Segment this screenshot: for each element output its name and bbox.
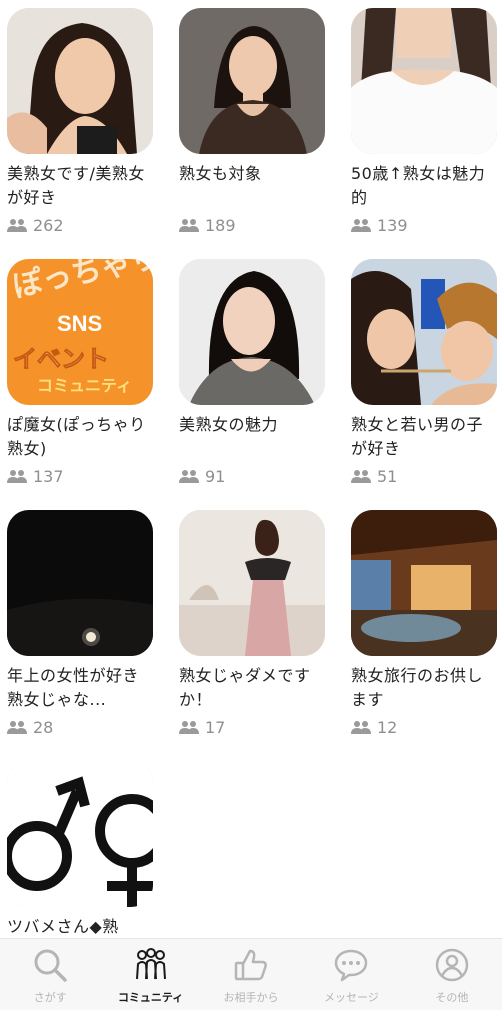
community-title: ツバメさん◆熟 xyxy=(7,917,119,936)
tab-label: お相手から xyxy=(223,991,279,1004)
thumb-text-4: コミュニティ xyxy=(37,378,132,395)
community-thumbnail[interactable]: ぽっちゃり SNS イベント コミュニティ xyxy=(7,259,153,405)
community-grid: 美熟女です/美熟女が好き 262 熟女も対象 189 50歳↑熟女は魅力的 13… xyxy=(0,0,502,938)
member-count: 189 xyxy=(179,214,325,236)
member-count-value: 12 xyxy=(377,717,398,737)
community-title: ぽ魔女(ぽっちゃり熟女) xyxy=(7,415,146,458)
community-title: 熟女旅行のお供します xyxy=(351,666,484,709)
profile-icon xyxy=(435,948,469,982)
community-thumbnail[interactable] xyxy=(7,8,153,154)
members-icon xyxy=(7,721,27,734)
woman-photo xyxy=(179,8,325,154)
community-title: 美熟女です/美熟女が好き xyxy=(7,164,145,207)
member-count: 28 xyxy=(7,716,153,738)
community-icon xyxy=(135,948,166,980)
tab-label: メッセージ xyxy=(324,991,379,1004)
community-thumbnail[interactable] xyxy=(179,510,325,656)
members-icon xyxy=(179,219,199,232)
members-icon xyxy=(351,470,371,483)
tab-messages[interactable]: メッセージ xyxy=(301,939,401,1010)
members-icon xyxy=(351,219,371,232)
member-count: 12 xyxy=(351,716,497,738)
tab-search[interactable]: さがす xyxy=(0,939,100,1010)
community-card[interactable]: 年上の女性が好き熟女じゃな... 28 xyxy=(7,510,153,738)
member-count: 262 xyxy=(7,214,153,236)
message-icon xyxy=(335,949,368,982)
member-count: 91 xyxy=(179,465,325,487)
community-thumbnail[interactable] xyxy=(351,8,497,154)
night-photo xyxy=(7,510,153,656)
members-icon xyxy=(179,721,199,734)
community-title: 年上の女性が好き熟女じゃな... xyxy=(7,666,140,709)
woman-photo xyxy=(351,8,497,154)
community-card[interactable]: 熟女も対象 189 xyxy=(179,8,325,236)
tab-other[interactable]: その他 xyxy=(402,939,502,1010)
community-title: 美熟女の魅力 xyxy=(179,415,279,434)
member-count: 139 xyxy=(351,214,497,236)
community-title: 熟女と若い男の子が好き xyxy=(351,415,484,458)
community-thumbnail[interactable] xyxy=(7,761,153,907)
tab-label: さがす xyxy=(33,991,67,1004)
member-count: 17 xyxy=(179,716,325,738)
community-title: 50歳↑熟女は魅力的 xyxy=(351,164,486,207)
members-icon xyxy=(7,470,27,483)
tab-community[interactable]: コミュニティ xyxy=(100,939,200,1010)
member-count-value: 91 xyxy=(205,466,226,486)
member-count: 51 xyxy=(351,465,497,487)
community-card[interactable]: ぽっちゃり SNS イベント コミュニティ ぽ魔女(ぽっちゃり熟女) 137 xyxy=(7,259,153,487)
bottom-tab-bar: さがす コミュニティ お相手から メッセージ その他 xyxy=(0,938,502,1010)
gender-symbols-image xyxy=(7,761,153,907)
tab-likes[interactable]: お相手から xyxy=(201,939,301,1010)
community-card[interactable]: 熟女旅行のお供します 12 xyxy=(351,510,497,738)
members-icon xyxy=(179,470,199,483)
member-count-value: 17 xyxy=(205,717,226,737)
community-thumbnail[interactable] xyxy=(179,259,325,405)
woman-photo xyxy=(7,8,153,154)
member-count-value: 28 xyxy=(33,717,54,737)
member-count-value: 189 xyxy=(205,215,236,235)
community-card[interactable]: 熟女じゃダメですか！ 17 xyxy=(179,510,325,738)
community-screen: 美熟女です/美熟女が好き 262 熟女も対象 189 50歳↑熟女は魅力的 13… xyxy=(0,0,502,1010)
community-card[interactable]: 50歳↑熟女は魅力的 139 xyxy=(351,8,497,236)
community-card[interactable]: 熟女と若い男の子が好き 51 xyxy=(351,259,497,487)
community-thumbnail[interactable] xyxy=(351,510,497,656)
community-thumbnail[interactable] xyxy=(179,8,325,154)
member-count: 137 xyxy=(7,465,153,487)
member-count-value: 139 xyxy=(377,215,408,235)
tab-label: コミュニティ xyxy=(117,991,184,1004)
members-icon xyxy=(7,219,27,232)
dress-photo xyxy=(179,510,325,656)
event-logo: ぽっちゃり SNS イベント コミュニティ xyxy=(7,259,153,405)
member-count-value: 51 xyxy=(377,466,398,486)
thumb-text-2: SNS xyxy=(57,311,102,336)
community-thumbnail[interactable] xyxy=(351,259,497,405)
member-count-value: 262 xyxy=(33,215,64,235)
community-title: 熟女も対象 xyxy=(179,164,262,183)
thumb-text-3: イベント xyxy=(13,346,109,373)
community-card[interactable]: 美熟女の魅力 91 xyxy=(179,259,325,487)
like-icon xyxy=(234,949,267,981)
community-thumbnail[interactable] xyxy=(7,510,153,656)
tab-label: その他 xyxy=(435,991,469,1004)
community-card[interactable]: 美熟女です/美熟女が好き 262 xyxy=(7,8,153,236)
couple-photo xyxy=(351,259,497,405)
community-card[interactable]: ツバメさん◆熟 xyxy=(7,761,153,938)
members-icon xyxy=(351,721,371,734)
member-count-value: 137 xyxy=(33,466,64,486)
community-title: 熟女じゃダメですか！ xyxy=(179,666,311,709)
woman-photo xyxy=(179,259,325,405)
onsen-photo xyxy=(351,510,497,656)
search-icon xyxy=(34,949,67,982)
